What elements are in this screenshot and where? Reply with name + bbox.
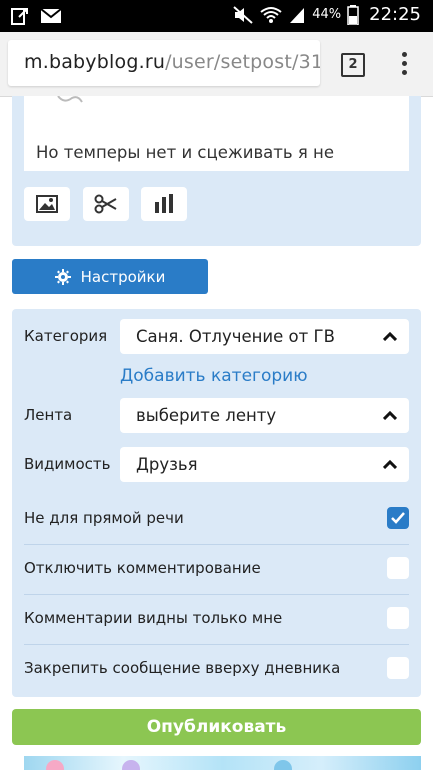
post-text: Но темперы нет и сцеживать я не стала <box>36 143 334 171</box>
visibility-select[interactable]: Друзья <box>120 447 409 482</box>
ad-banner[interactable] <box>24 756 421 770</box>
battery-icon <box>347 4 359 25</box>
url-host: m.babyblog.ru <box>24 51 166 73</box>
category-label: Категория <box>24 327 108 345</box>
option-label: Не для прямой речи <box>24 509 184 527</box>
clock: 22:25 <box>369 4 421 25</box>
divider <box>24 594 409 595</box>
chevron-up-icon <box>383 331 397 341</box>
browser-toolbar: m.babyblog.ru/user/setpost/31 2 <box>0 32 433 97</box>
checkbox-unchecked[interactable] <box>387 657 409 679</box>
checkbox-checked[interactable] <box>387 507 409 529</box>
visibility-select-value: Друзья <box>136 455 198 474</box>
post-editor-panel: Но темперы нет и сцеживать я не стала <box>12 96 421 246</box>
status-notifications <box>10 6 62 26</box>
checkbox-unchecked[interactable] <box>387 607 409 629</box>
option-label: Отключить комментирование <box>24 559 261 577</box>
publish-button[interactable]: Опубликовать <box>12 709 421 745</box>
divider <box>24 544 409 545</box>
scissors-icon <box>94 194 117 214</box>
bar-chart-icon <box>155 194 173 213</box>
banner-graphic <box>46 760 64 770</box>
banner-graphic <box>274 760 292 770</box>
feed-label: Лента <box>24 406 73 424</box>
settings-button[interactable]: Настройки <box>12 259 208 294</box>
post-settings-panel: Категория Саня. Отлучение от ГВ Добавить… <box>12 309 421 697</box>
status-system: 44% 22:25 <box>232 4 421 25</box>
option-not-direct-speech[interactable]: Не для прямой речи <box>24 497 409 541</box>
status-bar: 44% 22:25 <box>0 0 433 32</box>
tab-switcher-button[interactable]: 2 <box>341 53 365 77</box>
image-icon <box>36 195 58 213</box>
screenshot-notification-icon <box>11 8 28 25</box>
battery-percent: 44% <box>312 7 342 22</box>
gear-icon <box>54 268 71 285</box>
option-label: Закрепить сообщение вверху дневника <box>24 659 341 677</box>
cut-button[interactable] <box>83 187 129 221</box>
address-bar[interactable]: m.babyblog.ru/user/setpost/31 <box>8 40 320 86</box>
banner-graphic <box>122 760 140 770</box>
overflow-menu-icon[interactable] <box>398 52 410 78</box>
checkbox-unchecked[interactable] <box>387 557 409 579</box>
settings-button-label: Настройки <box>80 267 166 286</box>
signal-icon <box>290 7 305 23</box>
feed-select[interactable]: выберите ленту <box>120 398 409 433</box>
drawing-fragment-icon <box>57 96 83 103</box>
add-category-link[interactable]: Добавить категорию <box>120 366 308 386</box>
category-select-value: Саня. Отлучение от ГВ <box>136 327 335 346</box>
option-disable-comments[interactable]: Отключить комментирование <box>24 547 409 591</box>
category-select[interactable]: Саня. Отлучение от ГВ <box>120 319 409 354</box>
insert-poll-button[interactable] <box>141 187 187 221</box>
mail-icon <box>40 8 62 23</box>
option-label: Комментарии видны только мне <box>24 609 283 627</box>
wifi-icon <box>260 6 282 23</box>
checkmark-icon <box>391 512 405 524</box>
option-pin-post[interactable]: Закрепить сообщение вверху дневника <box>24 647 409 691</box>
divider <box>24 644 409 645</box>
feed-select-value: выберите ленту <box>136 406 277 425</box>
chevron-up-icon <box>383 410 397 420</box>
url-text[interactable]: m.babyblog.ru/user/setpost/31 <box>24 51 320 73</box>
option-comments-only-me[interactable]: Комментарии видны только мне <box>24 597 409 641</box>
chevron-up-icon <box>383 459 397 469</box>
insert-image-button[interactable] <box>24 187 70 221</box>
visibility-label: Видимость <box>24 455 111 473</box>
mute-icon <box>233 5 253 24</box>
url-path: /user/setpost/31 <box>165 51 320 73</box>
post-text-area[interactable]: Но темперы нет и сцеживать я не стала <box>24 96 409 171</box>
